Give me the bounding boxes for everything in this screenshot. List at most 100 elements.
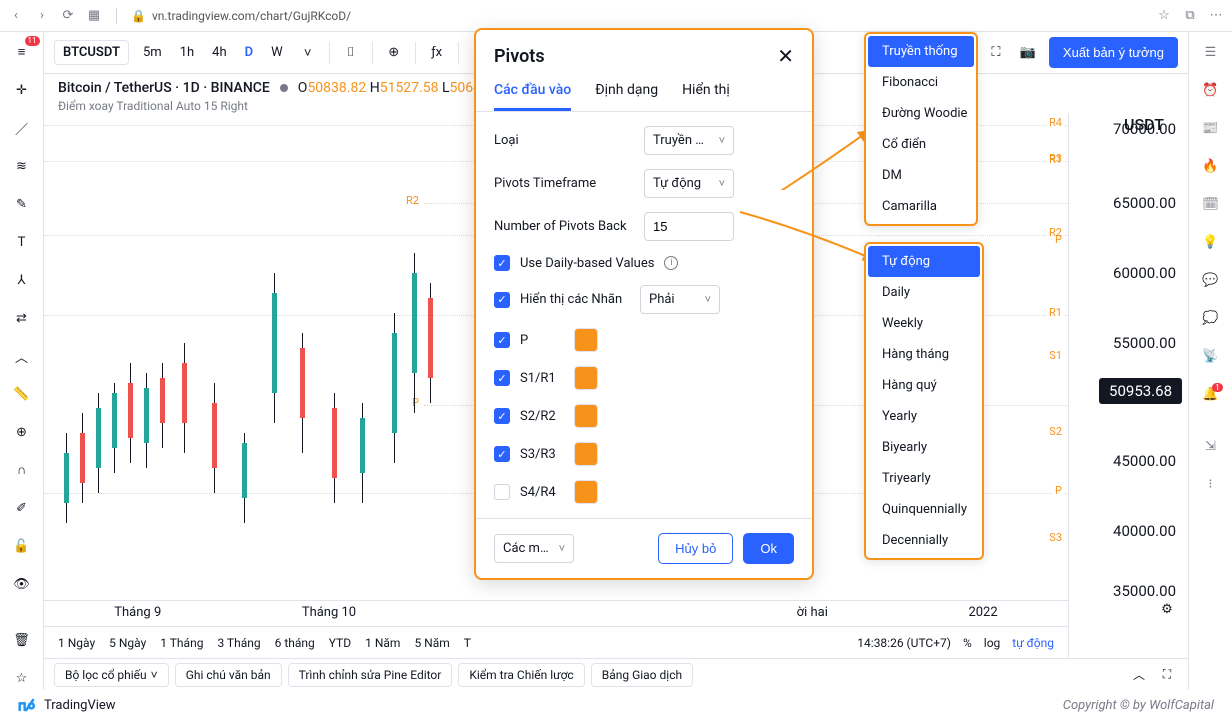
forward-icon[interactable]: › bbox=[34, 8, 50, 24]
timeframe-5m[interactable]: 5m bbox=[139, 43, 166, 62]
cursor-icon[interactable]: ✛ bbox=[10, 78, 34, 102]
tf-option[interactable]: Weekly bbox=[868, 308, 980, 339]
tab-trade[interactable]: Bảng Giao dịch bbox=[591, 663, 693, 687]
tf-option[interactable]: Triyearly bbox=[868, 463, 980, 494]
apps-icon[interactable]: ▦ bbox=[86, 8, 102, 24]
reload-icon[interactable]: ⟳ bbox=[60, 8, 76, 24]
caret-up-icon[interactable]: ︿ bbox=[10, 344, 34, 368]
type-option[interactable]: Fibonacci bbox=[868, 67, 974, 98]
tf-option[interactable]: Biyearly bbox=[868, 432, 980, 463]
info-icon[interactable]: i bbox=[664, 256, 678, 270]
calendar-icon[interactable]: 🗓 bbox=[1199, 192, 1223, 216]
range-1mo[interactable]: 1 Tháng bbox=[160, 636, 203, 650]
chat-icon[interactable]: 💬 bbox=[1199, 268, 1223, 292]
level-s2r2-checkbox[interactable]: ✓ bbox=[494, 408, 510, 424]
pivots-back-input[interactable] bbox=[644, 212, 734, 241]
level-s3r3-color[interactable] bbox=[574, 442, 598, 466]
text-icon[interactable]: T bbox=[10, 230, 34, 254]
range-3mo[interactable]: 3 Tháng bbox=[217, 636, 260, 650]
range-6mo[interactable]: 6 tháng bbox=[275, 636, 315, 650]
private-chat-icon[interactable]: 💭 bbox=[1199, 306, 1223, 330]
url-bar[interactable]: 🔒 vn.tradingview.com/chart/GujRKcoD/ bbox=[131, 9, 351, 23]
tab-visibility[interactable]: Hiển thị bbox=[682, 82, 730, 111]
tf-option[interactable]: Hàng tháng bbox=[868, 339, 980, 370]
tab-screener[interactable]: Bộ lọc cổ phiếu ˅ bbox=[54, 663, 169, 687]
preset-select[interactable]: Các m…˅ bbox=[494, 534, 574, 563]
tab-tester[interactable]: Kiểm tra Chiến lược bbox=[458, 663, 584, 687]
level-s3r3-checkbox[interactable]: ✓ bbox=[494, 446, 510, 462]
browser-tool-icon[interactable]: ⋯ bbox=[1208, 8, 1224, 24]
tf-option[interactable]: Decennially bbox=[868, 525, 980, 556]
snapshot-icon[interactable]: 📷 bbox=[1017, 42, 1039, 64]
scale-auto[interactable]: tự động bbox=[1012, 636, 1054, 650]
pencil-icon[interactable]: ✐ bbox=[10, 496, 34, 520]
range-all[interactable]: T bbox=[464, 636, 471, 650]
tf-option[interactable]: Daily bbox=[868, 277, 980, 308]
indicators-icon[interactable]: ƒx bbox=[426, 42, 448, 64]
candles-icon[interactable]: ⌷ bbox=[340, 42, 362, 64]
stream-icon[interactable]: 📡 bbox=[1199, 344, 1223, 368]
type-option[interactable]: Truyền thống bbox=[868, 36, 974, 67]
level-s4r4-color[interactable] bbox=[574, 480, 598, 504]
trash-icon[interactable]: 🗑 bbox=[10, 628, 34, 652]
timeframe-4h[interactable]: 4h bbox=[208, 43, 230, 62]
level-p-checkbox[interactable]: ✓ bbox=[494, 332, 510, 348]
prediction-icon[interactable]: ⇄ bbox=[10, 306, 34, 330]
daily-checkbox[interactable]: ✓ bbox=[494, 255, 510, 271]
level-s1r1-color[interactable] bbox=[574, 366, 598, 390]
timeframe-1h[interactable]: 1h bbox=[176, 43, 198, 62]
alarm-icon[interactable]: ⏰ bbox=[1199, 78, 1223, 102]
chevron-up-icon[interactable]: ︿ bbox=[1128, 664, 1150, 686]
type-select[interactable]: Truyền …˅ bbox=[644, 126, 734, 155]
cancel-button[interactable]: Hủy bỏ bbox=[658, 533, 733, 564]
show-labels-checkbox[interactable]: ✓ bbox=[494, 292, 510, 308]
chevron-down-icon[interactable]: ˅ bbox=[297, 42, 319, 64]
tab-notes[interactable]: Ghi chú văn bản bbox=[175, 663, 282, 687]
range-1y[interactable]: 1 Năm bbox=[365, 636, 400, 650]
tab-format[interactable]: Định dạng bbox=[595, 82, 658, 111]
symbol-selector[interactable]: BTCUSDT bbox=[54, 40, 129, 65]
tab-pine[interactable]: Trình chỉnh sửa Pine Editor bbox=[288, 663, 453, 687]
compare-icon[interactable]: ⊕ bbox=[383, 42, 405, 64]
news-icon[interactable]: 📰 bbox=[1199, 116, 1223, 140]
publish-button[interactable]: Xuất bản ý tưởng bbox=[1049, 37, 1178, 68]
scale-log[interactable]: log bbox=[984, 636, 1001, 650]
level-s1r1-checkbox[interactable]: ✓ bbox=[494, 370, 510, 386]
settings-icon[interactable]: ⚙ bbox=[1156, 598, 1178, 620]
fib-icon[interactable]: ≋ bbox=[10, 154, 34, 178]
type-option[interactable]: DM bbox=[868, 160, 974, 191]
hotlist-icon[interactable]: 🔥 bbox=[1199, 154, 1223, 178]
timeframe-w[interactable]: W bbox=[267, 43, 287, 62]
range-5y[interactable]: 5 Năm bbox=[414, 636, 449, 650]
lock-icon[interactable]: 🔓 bbox=[10, 534, 34, 558]
range-1d[interactable]: 1 Ngày bbox=[58, 636, 95, 650]
tf-option[interactable]: Quinquennially bbox=[868, 494, 980, 525]
eye-icon[interactable]: 👁 bbox=[10, 572, 34, 596]
type-option[interactable]: Đường Woodie bbox=[868, 98, 974, 129]
level-p-color[interactable] bbox=[574, 328, 598, 352]
menu-icon[interactable]: ≡ bbox=[10, 40, 34, 64]
help-icon[interactable]: ⁝ bbox=[1199, 472, 1223, 496]
timeframe-d[interactable]: D bbox=[241, 43, 257, 62]
tab-inputs[interactable]: Các đầu vào bbox=[494, 82, 571, 111]
browser-tool-icon[interactable]: ⧉ bbox=[1182, 8, 1198, 24]
tf-option[interactable]: Yearly bbox=[868, 401, 980, 432]
notifications-icon[interactable]: 🔔 bbox=[1199, 382, 1223, 406]
zoom-icon[interactable]: ⊕ bbox=[10, 420, 34, 444]
brush-icon[interactable]: ✎ bbox=[10, 192, 34, 216]
range-ytd[interactable]: YTD bbox=[329, 636, 351, 650]
ideas-icon[interactable]: 💡 bbox=[1199, 230, 1223, 254]
tf-option[interactable]: Hàng quý bbox=[868, 370, 980, 401]
magnet-icon[interactable]: ∩ bbox=[10, 458, 34, 482]
range-5d[interactable]: 5 Ngày bbox=[109, 636, 146, 650]
type-option[interactable]: Camarilla bbox=[868, 191, 974, 222]
price-axis[interactable]: USDT 70000.00 65000.00 60000.00 55000.00… bbox=[1068, 113, 1188, 658]
dock-icon[interactable]: ⇲ bbox=[1199, 434, 1223, 458]
ruler-icon[interactable]: 📏 bbox=[10, 382, 34, 406]
pattern-icon[interactable]: ⅄ bbox=[10, 268, 34, 292]
timeframe-select[interactable]: Tự động˅ bbox=[644, 169, 734, 198]
close-icon[interactable]: ✕ bbox=[777, 44, 794, 68]
type-option[interactable]: Cổ điển bbox=[868, 129, 974, 160]
maximize-icon[interactable]: ⛶ bbox=[1156, 664, 1178, 686]
browser-tool-icon[interactable]: ☆ bbox=[1156, 8, 1172, 24]
